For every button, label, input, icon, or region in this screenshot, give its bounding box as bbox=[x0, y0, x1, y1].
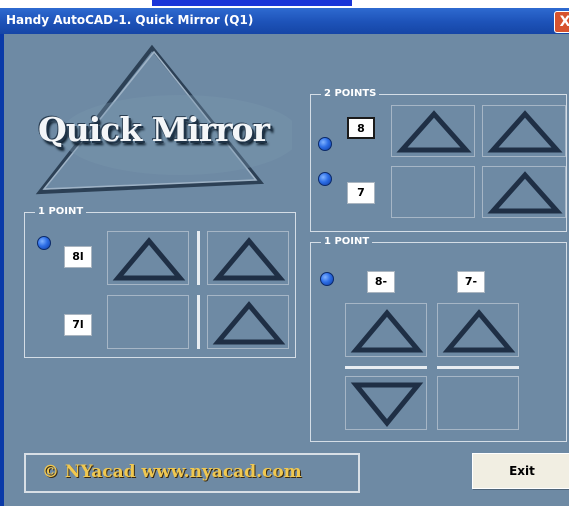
title-bar[interactable]: Handy AutoCAD-1. Quick Mirror (Q1) X bbox=[0, 8, 569, 34]
logo-text: Quick Mirror bbox=[38, 110, 270, 149]
one-point-left-mirror-up-button-1[interactable] bbox=[107, 231, 189, 285]
two-points-radio-1[interactable] bbox=[318, 137, 332, 151]
quick-mirror-logo: Quick Mirror bbox=[30, 40, 292, 210]
triangle-up-icon bbox=[212, 301, 286, 345]
one-point-right-radio[interactable] bbox=[320, 272, 334, 286]
one-point-left-radio[interactable] bbox=[37, 236, 51, 250]
close-button[interactable]: X bbox=[554, 11, 569, 33]
one-point-left-separator-2 bbox=[197, 295, 200, 349]
window-title: Handy AutoCAD-1. Quick Mirror (Q1) bbox=[6, 13, 254, 27]
one-point-right-separator-2 bbox=[437, 366, 519, 369]
one-point-right-label: 1 POINT bbox=[321, 235, 373, 249]
triangle-up-icon bbox=[442, 309, 516, 353]
two-points-radio-2[interactable] bbox=[318, 172, 332, 186]
triangle-up-icon bbox=[212, 237, 286, 281]
one-point-right-input-2[interactable]: 7- bbox=[457, 271, 485, 293]
one-point-left-mirror-up-button-3[interactable] bbox=[207, 295, 289, 349]
copyright-footer: © NYacad www.nyacad.com bbox=[24, 453, 360, 493]
one-point-left-mirror-up-button-2[interactable] bbox=[207, 231, 289, 285]
one-point-right-empty-button[interactable] bbox=[437, 376, 519, 430]
exit-button[interactable]: Exit bbox=[472, 453, 569, 489]
one-point-left-separator-1 bbox=[197, 231, 200, 285]
two-points-mirror-up-button-3[interactable] bbox=[482, 166, 566, 218]
two-points-empty-button[interactable] bbox=[391, 166, 475, 218]
one-point-left-empty-button[interactable] bbox=[107, 295, 189, 349]
one-point-right-input-1[interactable]: 8- bbox=[367, 271, 395, 293]
two-points-input-1[interactable]: 8 bbox=[347, 117, 375, 139]
triangle-up-icon bbox=[487, 171, 563, 214]
one-point-right-mirror-down-button[interactable] bbox=[345, 376, 427, 430]
one-point-right-separator-1 bbox=[345, 366, 427, 369]
triangle-up-icon bbox=[112, 237, 186, 281]
two-points-input-2[interactable]: 7 bbox=[347, 182, 375, 204]
triangle-up-icon bbox=[350, 309, 424, 353]
one-point-left-input-2[interactable]: 7l bbox=[64, 314, 92, 336]
triangle-up-icon bbox=[396, 110, 472, 153]
triangle-up-icon bbox=[487, 110, 563, 153]
copyright-text: © NYacad www.nyacad.com bbox=[42, 462, 302, 482]
one-point-left-input-1[interactable]: 8l bbox=[64, 246, 92, 268]
one-point-right-mirror-up-button-2[interactable] bbox=[437, 303, 519, 357]
two-points-mirror-up-button-1[interactable] bbox=[391, 105, 475, 157]
top-blue-bar bbox=[152, 0, 352, 6]
two-points-label: 2 POINTS bbox=[321, 87, 380, 101]
one-point-right-mirror-up-button-1[interactable] bbox=[345, 303, 427, 357]
one-point-left-label: 1 POINT bbox=[35, 205, 87, 219]
triangle-down-icon bbox=[350, 382, 424, 427]
two-points-mirror-up-button-2[interactable] bbox=[482, 105, 566, 157]
